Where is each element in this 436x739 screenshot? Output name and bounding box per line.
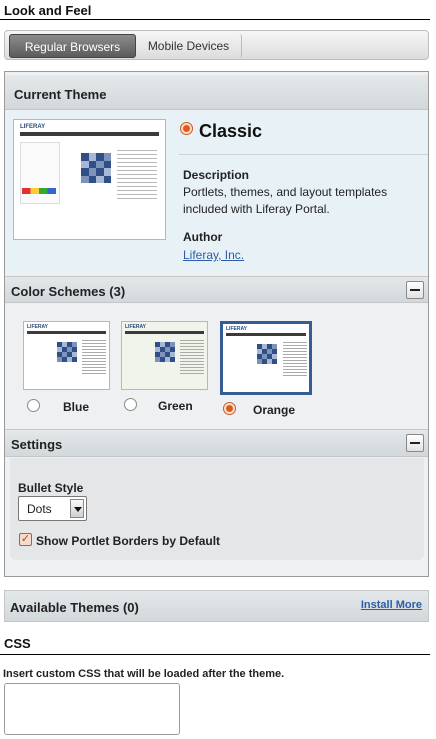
available-themes-header: Available Themes (0) Install More [4, 590, 429, 622]
description-label: Description [183, 168, 250, 182]
author-link[interactable]: Liferay, Inc. [183, 248, 244, 262]
color-scheme-label-blue: Blue [63, 400, 90, 414]
theme-screenshot: LIFERAY [13, 119, 166, 240]
collapse-color-schemes-button[interactable] [406, 281, 424, 299]
show-borders-checkbox[interactable]: ✓ [19, 533, 32, 546]
color-schemes-title: Color Schemes (3) [11, 284, 126, 299]
current-theme-header: Current Theme [5, 75, 428, 110]
chevron-down-icon [70, 499, 84, 518]
color-scheme-label-orange: Orange [253, 403, 296, 417]
theme-divider [179, 154, 428, 155]
theme-radio-classic[interactable] [180, 122, 193, 135]
title-divider [0, 19, 430, 20]
color-scheme-radio-green[interactable] [124, 398, 137, 411]
show-borders-label: Show Portlet Borders by Default [36, 534, 221, 548]
color-scheme-thumb-blue[interactable]: LIFERAY [23, 321, 110, 390]
settings-header: Settings [5, 429, 428, 457]
color-scheme-radio-orange[interactable] [223, 402, 236, 415]
collapse-settings-button[interactable] [406, 434, 424, 452]
description-text: Portlets, themes, and layout templates i… [183, 185, 388, 216]
author-label: Author [183, 230, 223, 244]
css-title: CSS [4, 636, 31, 651]
custom-css-textarea[interactable] [4, 683, 180, 735]
color-scheme-thumb-orange[interactable]: LIFERAY [220, 321, 312, 395]
css-divider [0, 654, 430, 655]
color-schemes-header: Color Schemes (3) [5, 276, 428, 303]
browser-tabs: Regular Browsers Mobile Devices [4, 30, 429, 60]
current-theme-title: Current Theme [14, 87, 107, 102]
bullet-style-select[interactable]: Dots [18, 496, 87, 521]
install-more-link[interactable]: Install More [361, 599, 422, 611]
available-themes-title: Available Themes (0) [10, 600, 139, 615]
theme-logo: LIFERAY [20, 124, 46, 130]
color-scheme-label-green: Green [158, 399, 193, 413]
page-title: Look and Feel [4, 3, 92, 18]
tab-mobile-devices[interactable]: Mobile Devices [136, 34, 242, 58]
bullet-style-value: Dots [27, 502, 52, 516]
tab-regular-browsers[interactable]: Regular Browsers [9, 34, 136, 58]
bullet-style-label: Bullet Style [18, 481, 84, 495]
color-scheme-thumb-green[interactable]: LIFERAY [121, 321, 208, 390]
settings-title: Settings [11, 437, 63, 452]
theme-name: Classic [199, 121, 263, 141]
current-theme-body: LIFERAY Classic Description Portlets, th… [5, 111, 428, 271]
css-instruction: Insert custom CSS that will be loaded af… [3, 668, 285, 680]
color-scheme-radio-blue[interactable] [27, 399, 40, 412]
